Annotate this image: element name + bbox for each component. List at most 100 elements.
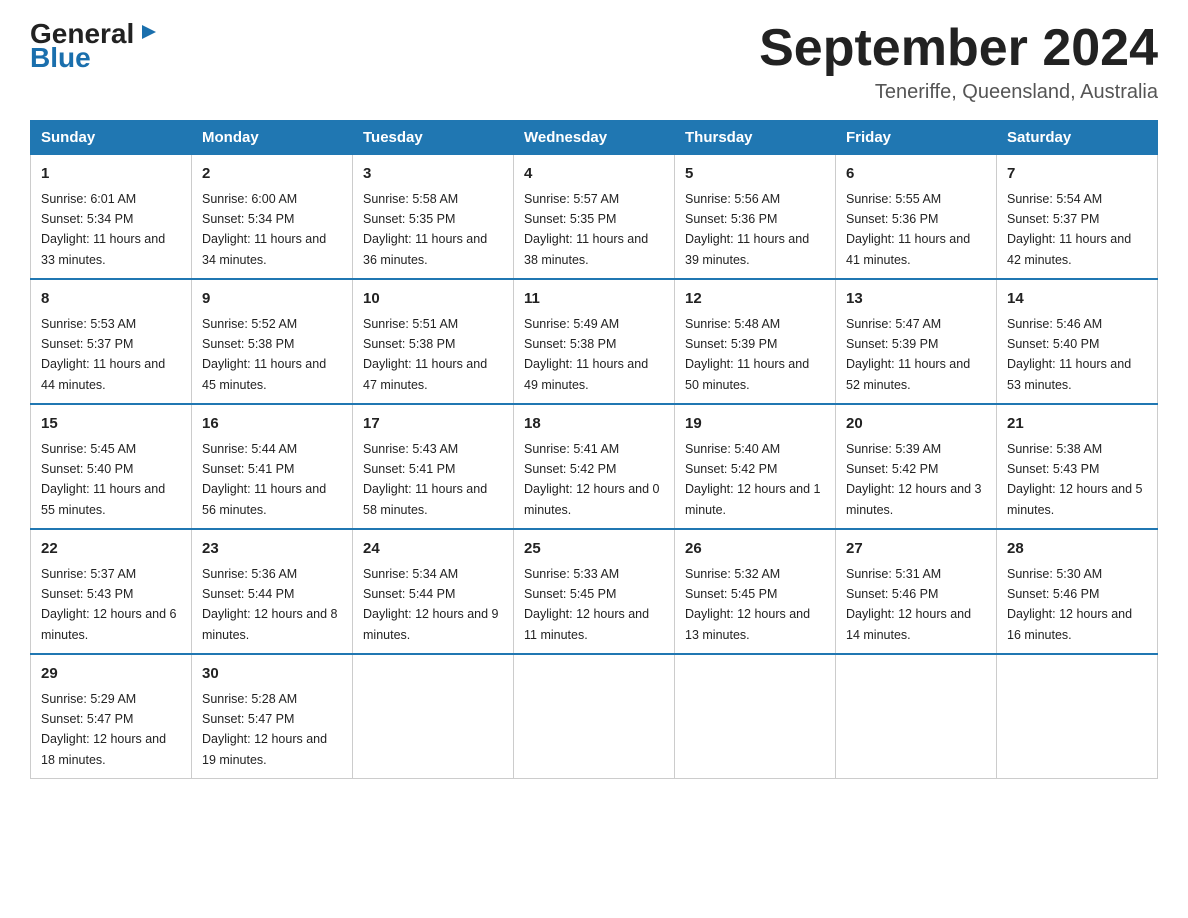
- table-row: 7 Sunrise: 5:54 AMSunset: 5:37 PMDayligh…: [997, 155, 1158, 280]
- day-number: 8: [41, 288, 181, 311]
- day-info: Sunrise: 5:56 AMSunset: 5:36 PMDaylight:…: [685, 192, 809, 267]
- header-saturday: Saturday: [997, 121, 1158, 155]
- day-number: 1: [41, 163, 181, 186]
- day-info: Sunrise: 5:49 AMSunset: 5:38 PMDaylight:…: [524, 317, 648, 392]
- header-monday: Monday: [192, 121, 353, 155]
- day-number: 25: [524, 538, 664, 561]
- day-number: 11: [524, 288, 664, 311]
- calendar-week-row: 8 Sunrise: 5:53 AMSunset: 5:37 PMDayligh…: [31, 279, 1158, 404]
- day-number: 5: [685, 163, 825, 186]
- day-info: Sunrise: 6:00 AMSunset: 5:34 PMDaylight:…: [202, 192, 326, 267]
- table-row: 13 Sunrise: 5:47 AMSunset: 5:39 PMDaylig…: [836, 279, 997, 404]
- calendar-header-row: Sunday Monday Tuesday Wednesday Thursday…: [31, 121, 1158, 155]
- day-number: 16: [202, 413, 342, 436]
- table-row: 4 Sunrise: 5:57 AMSunset: 5:35 PMDayligh…: [514, 155, 675, 280]
- day-number: 22: [41, 538, 181, 561]
- day-info: Sunrise: 5:45 AMSunset: 5:40 PMDaylight:…: [41, 442, 165, 517]
- calendar-week-row: 22 Sunrise: 5:37 AMSunset: 5:43 PMDaylig…: [31, 529, 1158, 654]
- day-number: 9: [202, 288, 342, 311]
- day-number: 21: [1007, 413, 1147, 436]
- day-info: Sunrise: 5:53 AMSunset: 5:37 PMDaylight:…: [41, 317, 165, 392]
- table-row: 28 Sunrise: 5:30 AMSunset: 5:46 PMDaylig…: [997, 529, 1158, 654]
- table-row: 2 Sunrise: 6:00 AMSunset: 5:34 PMDayligh…: [192, 155, 353, 280]
- day-number: 18: [524, 413, 664, 436]
- table-row: 9 Sunrise: 5:52 AMSunset: 5:38 PMDayligh…: [192, 279, 353, 404]
- day-info: Sunrise: 5:46 AMSunset: 5:40 PMDaylight:…: [1007, 317, 1131, 392]
- day-number: 23: [202, 538, 342, 561]
- day-info: Sunrise: 5:40 AMSunset: 5:42 PMDaylight:…: [685, 442, 821, 517]
- day-info: Sunrise: 5:44 AMSunset: 5:41 PMDaylight:…: [202, 442, 326, 517]
- table-row: 14 Sunrise: 5:46 AMSunset: 5:40 PMDaylig…: [997, 279, 1158, 404]
- table-row: 26 Sunrise: 5:32 AMSunset: 5:45 PMDaylig…: [675, 529, 836, 654]
- day-number: 10: [363, 288, 503, 311]
- day-info: Sunrise: 5:52 AMSunset: 5:38 PMDaylight:…: [202, 317, 326, 392]
- day-info: Sunrise: 5:31 AMSunset: 5:46 PMDaylight:…: [846, 567, 971, 642]
- day-number: 30: [202, 663, 342, 686]
- header-wednesday: Wednesday: [514, 121, 675, 155]
- calendar-title-area: September 2024 Teneriffe, Queensland, Au…: [759, 20, 1158, 104]
- table-row: 15 Sunrise: 5:45 AMSunset: 5:40 PMDaylig…: [31, 404, 192, 529]
- day-number: 17: [363, 413, 503, 436]
- day-info: Sunrise: 5:28 AMSunset: 5:47 PMDaylight:…: [202, 692, 327, 767]
- day-number: 4: [524, 163, 664, 186]
- day-info: Sunrise: 5:48 AMSunset: 5:39 PMDaylight:…: [685, 317, 809, 392]
- calendar-week-row: 1 Sunrise: 6:01 AMSunset: 5:34 PMDayligh…: [31, 155, 1158, 280]
- table-row: 20 Sunrise: 5:39 AMSunset: 5:42 PMDaylig…: [836, 404, 997, 529]
- day-info: Sunrise: 5:57 AMSunset: 5:35 PMDaylight:…: [524, 192, 648, 267]
- day-info: Sunrise: 5:32 AMSunset: 5:45 PMDaylight:…: [685, 567, 810, 642]
- table-row: 10 Sunrise: 5:51 AMSunset: 5:38 PMDaylig…: [353, 279, 514, 404]
- table-row: 29 Sunrise: 5:29 AMSunset: 5:47 PMDaylig…: [31, 654, 192, 779]
- table-row: [836, 654, 997, 779]
- day-info: Sunrise: 5:34 AMSunset: 5:44 PMDaylight:…: [363, 567, 499, 642]
- day-info: Sunrise: 5:41 AMSunset: 5:42 PMDaylight:…: [524, 442, 660, 517]
- table-row: 23 Sunrise: 5:36 AMSunset: 5:44 PMDaylig…: [192, 529, 353, 654]
- calendar-week-row: 29 Sunrise: 5:29 AMSunset: 5:47 PMDaylig…: [31, 654, 1158, 779]
- table-row: [675, 654, 836, 779]
- day-number: 14: [1007, 288, 1147, 311]
- day-info: Sunrise: 5:54 AMSunset: 5:37 PMDaylight:…: [1007, 192, 1131, 267]
- day-info: Sunrise: 5:36 AMSunset: 5:44 PMDaylight:…: [202, 567, 338, 642]
- day-info: Sunrise: 5:30 AMSunset: 5:46 PMDaylight:…: [1007, 567, 1132, 642]
- day-number: 2: [202, 163, 342, 186]
- day-number: 12: [685, 288, 825, 311]
- day-info: Sunrise: 6:01 AMSunset: 5:34 PMDaylight:…: [41, 192, 165, 267]
- calendar-week-row: 15 Sunrise: 5:45 AMSunset: 5:40 PMDaylig…: [31, 404, 1158, 529]
- table-row: 8 Sunrise: 5:53 AMSunset: 5:37 PMDayligh…: [31, 279, 192, 404]
- day-number: 29: [41, 663, 181, 686]
- table-row: [514, 654, 675, 779]
- day-number: 24: [363, 538, 503, 561]
- table-row: 25 Sunrise: 5:33 AMSunset: 5:45 PMDaylig…: [514, 529, 675, 654]
- day-number: 3: [363, 163, 503, 186]
- header-sunday: Sunday: [31, 121, 192, 155]
- table-row: 21 Sunrise: 5:38 AMSunset: 5:43 PMDaylig…: [997, 404, 1158, 529]
- table-row: 27 Sunrise: 5:31 AMSunset: 5:46 PMDaylig…: [836, 529, 997, 654]
- page-title: September 2024: [759, 20, 1158, 77]
- table-row: 19 Sunrise: 5:40 AMSunset: 5:42 PMDaylig…: [675, 404, 836, 529]
- day-info: Sunrise: 5:38 AMSunset: 5:43 PMDaylight:…: [1007, 442, 1143, 517]
- table-row: 11 Sunrise: 5:49 AMSunset: 5:38 PMDaylig…: [514, 279, 675, 404]
- table-row: 22 Sunrise: 5:37 AMSunset: 5:43 PMDaylig…: [31, 529, 192, 654]
- table-row: [997, 654, 1158, 779]
- day-info: Sunrise: 5:51 AMSunset: 5:38 PMDaylight:…: [363, 317, 487, 392]
- header-friday: Friday: [836, 121, 997, 155]
- table-row: 18 Sunrise: 5:41 AMSunset: 5:42 PMDaylig…: [514, 404, 675, 529]
- day-info: Sunrise: 5:33 AMSunset: 5:45 PMDaylight:…: [524, 567, 649, 642]
- day-info: Sunrise: 5:47 AMSunset: 5:39 PMDaylight:…: [846, 317, 970, 392]
- day-number: 13: [846, 288, 986, 311]
- location-subtitle: Teneriffe, Queensland, Australia: [759, 81, 1158, 104]
- day-number: 28: [1007, 538, 1147, 561]
- day-number: 7: [1007, 163, 1147, 186]
- day-number: 19: [685, 413, 825, 436]
- table-row: 30 Sunrise: 5:28 AMSunset: 5:47 PMDaylig…: [192, 654, 353, 779]
- header-thursday: Thursday: [675, 121, 836, 155]
- day-number: 6: [846, 163, 986, 186]
- day-info: Sunrise: 5:39 AMSunset: 5:42 PMDaylight:…: [846, 442, 982, 517]
- table-row: 3 Sunrise: 5:58 AMSunset: 5:35 PMDayligh…: [353, 155, 514, 280]
- table-row: 1 Sunrise: 6:01 AMSunset: 5:34 PMDayligh…: [31, 155, 192, 280]
- day-info: Sunrise: 5:43 AMSunset: 5:41 PMDaylight:…: [363, 442, 487, 517]
- day-info: Sunrise: 5:37 AMSunset: 5:43 PMDaylight:…: [41, 567, 177, 642]
- day-number: 15: [41, 413, 181, 436]
- table-row: 5 Sunrise: 5:56 AMSunset: 5:36 PMDayligh…: [675, 155, 836, 280]
- table-row: [353, 654, 514, 779]
- calendar-table: Sunday Monday Tuesday Wednesday Thursday…: [30, 120, 1158, 779]
